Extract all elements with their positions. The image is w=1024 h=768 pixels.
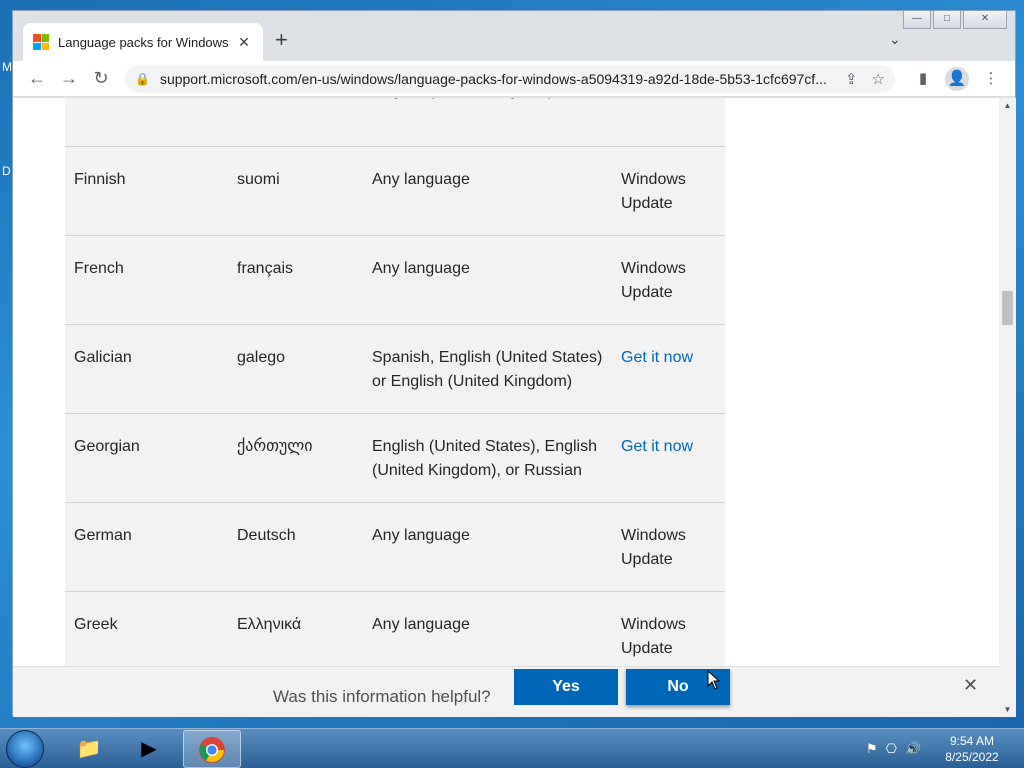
language-cell: Galician: [74, 349, 132, 366]
get-it-now-link[interactable]: Get it now: [621, 346, 725, 413]
action-cell: Windows Update: [621, 171, 686, 212]
tab-title: Language packs for Windows: [58, 34, 229, 50]
language-cell: Georgian: [74, 438, 140, 455]
action-cell: Windows Update: [621, 616, 686, 657]
base-language-cell: Any language: [372, 527, 470, 544]
table-row: Greek Ελληνικά Any language Windows Update: [65, 592, 725, 666]
get-it-now-link[interactable]: Get it now: [621, 435, 725, 502]
language-cell: Greek: [74, 616, 118, 633]
tab-search-chevron-icon[interactable]: ⌄: [889, 31, 901, 48]
browser-toolbar: ← → ↻ 🔒 support.microsoft.com/en-us/wind…: [13, 61, 1015, 97]
table-row: English (United Kingdom): [65, 98, 725, 147]
base-language-cell: English (United Kingdom): [372, 98, 621, 146]
action-cell: [621, 98, 725, 146]
language-cell: German: [74, 527, 132, 544]
native-name-cell: [237, 98, 372, 146]
share-icon[interactable]: ⇪: [845, 70, 858, 88]
menu-kebab-icon[interactable]: ⋮: [979, 67, 1003, 91]
base-language-cell: Any language: [372, 616, 470, 633]
yes-button[interactable]: Yes: [514, 669, 618, 705]
desktop-icon-label: D: [2, 164, 11, 178]
base-language-cell: Any language: [372, 260, 470, 277]
vertical-scrollbar[interactable]: ▲ ▼: [999, 98, 1016, 717]
maximize-button[interactable]: □: [933, 11, 961, 29]
profile-avatar-icon[interactable]: 👤: [945, 67, 969, 91]
lock-icon[interactable]: 🔒: [135, 72, 150, 86]
page-viewport: English (United Kingdom) Finnish suomi Any …: [13, 98, 999, 666]
address-bar[interactable]: 🔒 support.microsoft.com/en-us/windows/la…: [125, 65, 895, 93]
back-icon[interactable]: ←: [21, 68, 53, 89]
native-name-cell: français: [237, 260, 294, 277]
close-window-button[interactable]: ✕: [963, 11, 1007, 29]
native-name-cell: Ελληνικά: [237, 616, 302, 633]
clock-date: 8/25/2022: [945, 750, 999, 764]
language-cell: French: [74, 260, 124, 277]
base-language-cell: English (United States), English (United…: [372, 438, 597, 479]
browser-window: Language packs for Windows ✕ + ⌄ — □ ✕ ←…: [12, 10, 1016, 717]
base-language-cell: Any language: [372, 171, 470, 188]
action-cell: Windows Update: [621, 527, 686, 568]
system-tray: ⚑ ⎔ 🔊: [866, 741, 921, 757]
language-cell: [65, 98, 237, 146]
feedback-question: Was this information helpful?: [273, 687, 491, 706]
taskbar: 📁 ▶ ⚑ ⎔ 🔊 9:54 AM 8/25/2022: [0, 728, 1024, 768]
feedback-bar: Was this information helpful? Yes No ✕: [13, 666, 999, 717]
scrollbar-thumb[interactable]: [1002, 291, 1013, 325]
start-button[interactable]: [6, 730, 44, 768]
taskbar-clock[interactable]: 9:54 AM 8/25/2022: [930, 733, 1014, 765]
table-row: Finnish suomi Any language Windows Update: [65, 147, 725, 236]
side-panel-icon[interactable]: ▮: [911, 67, 935, 91]
feedback-close-icon[interactable]: ✕: [963, 675, 978, 696]
tab-close-icon[interactable]: ✕: [235, 34, 253, 51]
table-row: German Deutsch Any language Windows Update: [65, 503, 725, 592]
reload-icon[interactable]: ↻: [85, 68, 117, 89]
language-table: English (United Kingdom) Finnish suomi Any …: [65, 98, 725, 666]
base-language-cell: Spanish, English (United States) or Engl…: [372, 349, 603, 390]
network-icon[interactable]: ⎔: [886, 741, 897, 757]
microsoft-logo-icon: [33, 34, 49, 50]
native-name-cell: galego: [237, 349, 286, 366]
action-cell: Windows Update: [621, 260, 686, 301]
clock-time: 9:54 AM: [949, 734, 995, 748]
media-player-icon[interactable]: ▶: [120, 730, 178, 768]
minimize-button[interactable]: —: [903, 11, 931, 29]
forward-icon[interactable]: →: [53, 68, 85, 89]
bookmark-star-icon[interactable]: ☆: [872, 70, 885, 88]
table-row: French français Any language Windows Update: [65, 236, 725, 325]
tab-language-packs[interactable]: Language packs for Windows ✕: [23, 23, 263, 61]
desktop-icon-label: M: [2, 60, 12, 74]
table-row: Galician galego Spanish, English (United S…: [65, 325, 725, 414]
action-center-icon[interactable]: ⚑: [866, 741, 878, 757]
url-text[interactable]: support.microsoft.com/en-us/windows/lang…: [160, 71, 831, 87]
volume-icon[interactable]: 🔊: [905, 741, 921, 757]
chrome-taskbar-icon[interactable]: [183, 730, 241, 768]
native-name-cell: Deutsch: [237, 527, 296, 544]
file-explorer-icon[interactable]: 📁: [60, 730, 118, 768]
native-name-cell: ქართული: [237, 438, 313, 455]
tab-strip: Language packs for Windows ✕ + ⌄ — □ ✕: [13, 11, 1015, 61]
new-tab-button[interactable]: +: [275, 29, 288, 51]
table-row: Georgian ქართული English (United States), …: [65, 414, 725, 503]
scroll-down-icon[interactable]: ▼: [999, 705, 1016, 714]
language-cell: Finnish: [74, 171, 126, 188]
scroll-up-icon[interactable]: ▲: [999, 101, 1016, 110]
window-controls: — □ ✕: [903, 11, 1007, 29]
native-name-cell: suomi: [237, 171, 280, 188]
mouse-cursor-icon: [707, 670, 721, 690]
